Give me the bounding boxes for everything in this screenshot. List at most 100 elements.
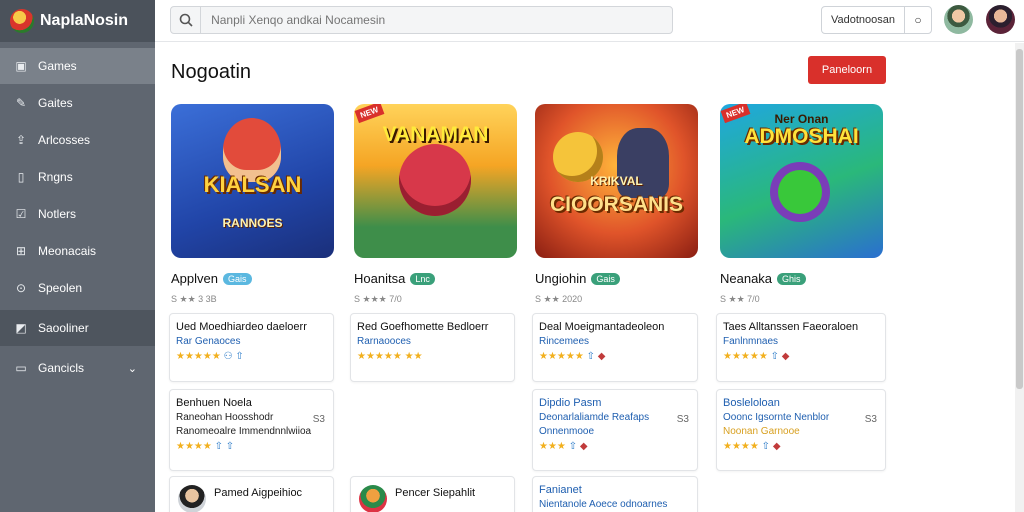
search-input[interactable] [201,13,672,27]
grid-icon: ⊞ [15,244,27,258]
game-name[interactable]: Hoanitsa [354,271,405,286]
game-card[interactable]: NEW VANAMAN Hoanitsa Lnc S ★★★ 7/0 [354,104,517,305]
top-action-label: Vadotnoosan [822,7,905,33]
check-square-icon: ☑ [15,207,27,221]
sidebar-item-label: Gaites [38,96,73,110]
brand-name: NaplaNosin [40,12,129,29]
game-card[interactable]: KIALSAN RANNOES Applven Gais S ★★ 3 3B [171,104,334,305]
game-name[interactable]: Applven [171,271,218,286]
review-subtitle[interactable]: Rarnaooces [357,336,508,347]
review-card[interactable]: Pamed Aigpeihioc [169,476,334,512]
game-name[interactable]: Neanaka [720,271,772,286]
sidebar-item-meonacais[interactable]: ⊞ Meonacais [0,233,155,269]
game-thumbnail[interactable]: NEW Ner Onan ADMOSHAI [720,104,883,258]
review-card[interactable]: Pencer Siepahlit [350,476,515,512]
people-icon: ⚇ [223,351,233,362]
sidebar-item-saooliner[interactable]: ◩ Saooliner [0,310,155,346]
review-title: Ued Moedhiardeo daeloerr [176,321,307,333]
review-subtitle[interactable]: Rar Genaoces [176,336,327,347]
review-title: Dipdio Pasm [539,397,602,409]
thumbnail-subtitle: Ner Onan [774,112,829,126]
side-label: S3 [312,414,325,425]
thumbnail-title: CIOORSANIS [549,193,683,216]
image-icon: ▣ [15,59,27,73]
review-subtitle[interactable]: Ooonc Igsornte Nenblor [723,412,879,423]
game-thumbnail[interactable]: KIALSAN RANNOES [171,104,334,258]
game-thumbnail[interactable]: KRIKVAL CIOORSANIS [535,104,698,258]
thumbnail-subtitle: KRIKVAL [590,174,643,188]
review-extra[interactable]: Noonan Garnooe [723,426,879,437]
tag-icon: ◆ [772,441,781,452]
circle-icon[interactable]: ○ [905,13,931,27]
main-content: Nogoatin Paneloorn KIALSAN RANNOES Applv… [155,43,1024,512]
tag-icon: ◆ [597,351,606,362]
review-subtitle[interactable]: Nientanole Aoece odnoarnes [539,499,691,510]
stars: ★★★★★ [357,351,402,362]
sidebar-item-games[interactable]: ▣ Games [0,48,155,84]
avatar [178,485,206,512]
review-card[interactable]: Deal Moeigmantadeoleon Rincemees ★★★★★ ⇧… [532,313,698,382]
brand[interactable]: NaplaNosin [0,0,155,42]
sidebar-item-gancicls[interactable]: ▭ Gancicls ⌄ [0,350,155,386]
page-title: Nogoatin [171,61,252,83]
review-title: Fanianet [539,484,582,496]
review-title: Red Goefhomette Bedloerr [357,321,489,333]
star-rating: ★★★★★ ⚇ ⇧ [176,351,327,362]
sidebar-item-label: Notlers [38,207,77,221]
star-rating: ★★★★★ ★★ [357,351,508,362]
game-name[interactable]: Ungiohin [535,271,586,286]
review-subtitle[interactable]: Deonarlaliamde Reafaps [539,412,691,423]
game-thumbnail[interactable]: NEW VANAMAN [354,104,517,258]
game-rating: S ★★ 3 3B [171,294,217,304]
avatar[interactable] [944,5,973,34]
review-extra[interactable]: Onnenmooe [539,426,691,437]
sidebar-item-gaites[interactable]: ✎ Gaites [0,85,155,121]
review-card[interactable]: Bosleloloan Ooonc Igsornte Nenblor Noona… [716,389,886,471]
review-card[interactable]: Dipdio Pasm Deonarlaliamde Reafaps Onnen… [532,389,698,471]
search-icon[interactable] [171,7,202,33]
sidebar-item-speolen[interactable]: ⊙ Speolen [0,270,155,306]
search-box[interactable] [170,6,673,34]
game-tag: Gais [591,272,620,285]
tag-icon: ◆ [579,441,588,452]
game-rating: S ★★ 2020 [535,294,583,304]
sidebar-item-label: Rngns [38,170,73,184]
game-card[interactable]: NEW Ner Onan ADMOSHAI Neanaka Ghis S ★★ … [720,104,883,305]
thumbnail-title: VANAMAN [382,123,489,146]
star-icon: ★★ [404,351,423,362]
review-card[interactable]: Fanianet Nientanole Aoece odnoarnes [532,476,698,512]
review-card[interactable]: Benhuen Noela Raneohan Hoosshodr Ranomeo… [169,389,334,471]
sidebar-item-notlers[interactable]: ☑ Notlers [0,196,155,232]
review-subtitle[interactable]: Raneohan Hoosshodr [176,412,327,423]
stars: ★★★★★ [539,351,584,362]
review-subtitle[interactable]: Rincemees [539,336,691,347]
review-card[interactable]: Ued Moedhiardeo daeloerr Rar Genaoces ★★… [169,313,334,382]
scroll-thumb[interactable] [1016,49,1023,389]
sidebar-item-label: Gancicls [38,361,85,375]
sidebar-item-rngns[interactable]: ▯ Rngns [0,159,155,195]
game-card[interactable]: KRIKVAL CIOORSANIS Ungiohin Gais S ★★ 20… [535,104,698,305]
character-art [399,144,471,216]
review-subtitle[interactable]: Fanlnmnaes [723,336,879,347]
scrollbar[interactable] [1015,43,1024,512]
review-card[interactable]: Taes Alltanssen Faeoraloen Fanlnmnaes ★★… [716,313,886,382]
sidebar-item-arlcosses[interactable]: ⇪ Arlcosses [0,122,155,158]
game-tag: Lnc [410,272,435,285]
share-icon: ⇧ [568,441,578,452]
review-title: Taes Alltanssen Faeoraloen [723,321,859,333]
sidebar-item-label: Saooliner [38,321,89,335]
game-rating: S ★★★ 7/0 [354,294,402,304]
primary-action-button[interactable]: Paneloorn [808,56,886,84]
review-title: Benhuen Noela [176,397,252,409]
stars: ★★★★ [176,441,212,452]
game-rating: S ★★ 7/0 [720,294,760,304]
review-card[interactable]: Red Goefhomette Bedloerr Rarnaooces ★★★★… [350,313,515,382]
side-label: S3 [864,414,877,425]
folder-icon: ▭ [15,361,27,375]
share-icon: ⇧ [761,441,771,452]
avatar [359,485,387,512]
user-avatar[interactable] [986,5,1015,34]
top-action-button[interactable]: Vadotnoosan ○ [821,6,932,34]
share-icon: ⇧ [586,351,595,362]
chevron-down-icon[interactable]: ⌄ [128,362,137,375]
